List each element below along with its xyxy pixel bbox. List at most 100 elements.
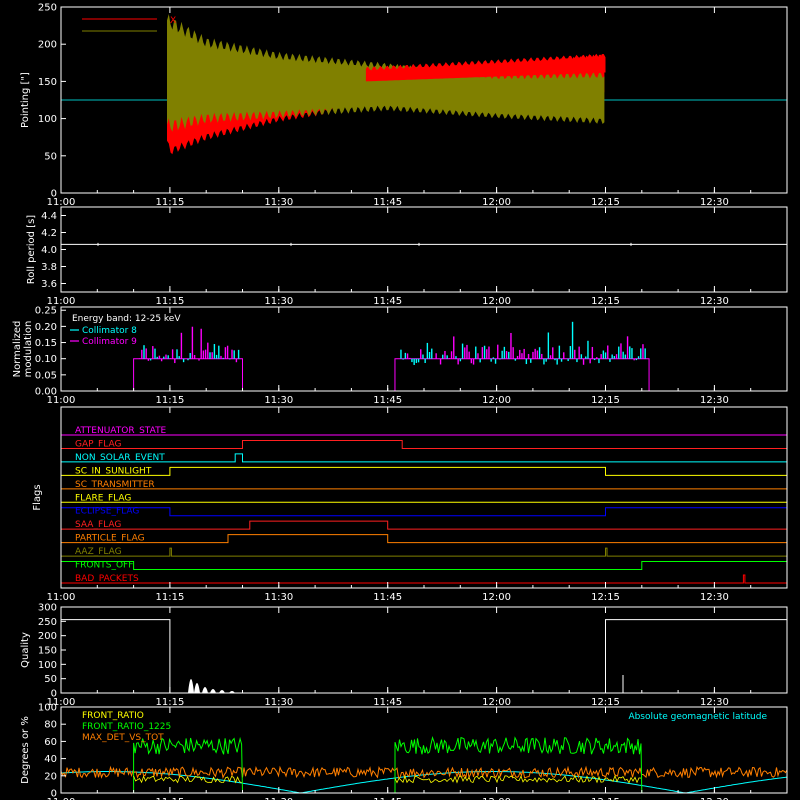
y-tick-label: 4.4	[41, 211, 57, 222]
x-tick-label: 11:45	[373, 395, 402, 406]
x-tick-label: 12:30	[700, 697, 729, 708]
flag-line-particle-flag	[61, 534, 787, 544]
flag-label-eclipse-flag: ECLIPSE_FLAG	[75, 507, 139, 517]
x-tick-label: 11:45	[373, 592, 402, 603]
y-axis-label: Quality	[20, 632, 31, 668]
y-tick-label: 4.2	[41, 228, 57, 239]
x-tick-label: 12:15	[591, 395, 620, 406]
y-tick-label: 80	[44, 720, 57, 731]
flag-label-saa-flag: SAA_FLAG	[75, 520, 121, 530]
x-tick-label: 11:30	[264, 592, 293, 603]
y-tick-label: 250	[38, 3, 57, 14]
legend-label-front-ratio-1225: FRONT_RATIO_1225	[82, 722, 171, 732]
y-tick-label: 150	[38, 77, 57, 88]
legend-label-collimator-9: Collimator 9	[82, 337, 137, 347]
x-tick-label: 12:30	[700, 395, 729, 406]
x-tick-label: 12:15	[591, 592, 620, 603]
y-tick-label: 60	[44, 737, 57, 748]
front-ratio-line	[133, 775, 242, 784]
flag-label-aaz-flag: AAZ_FLAG	[75, 547, 122, 557]
flag-label-particle-flag: PARTICLE_FLAG	[75, 534, 145, 544]
quality-bump	[210, 689, 216, 693]
stix-quicklook-plot: XY 11:00 11:15 11:30 11:45 12:00 12:15 12:30 0 50…	[12, 3, 788, 800]
x-tick-label: 11:45	[373, 697, 402, 708]
y-tick-label: 0	[51, 689, 57, 700]
panel-frame-roll	[60, 206, 788, 293]
x-tick-label: 12:30	[700, 296, 729, 307]
y-tick-label: 200	[38, 40, 57, 51]
y-tick-label: 3.6	[41, 279, 57, 290]
flag-line-aaz-flag	[61, 547, 787, 557]
y-axis-label: Degrees or %	[20, 716, 31, 784]
quality-plot	[61, 619, 787, 694]
y-tick-label: 0.00	[35, 387, 57, 398]
x-tick-label: 11:15	[155, 395, 184, 406]
flag-label-non-solar-event: NON_SOLAR_EVENT	[75, 453, 165, 463]
x-tick-label: 11:45	[373, 296, 402, 307]
y-tick-label: 0	[51, 189, 57, 200]
flag-label-gap-flag: GAP_FLAG	[75, 439, 121, 449]
x-tick-label: 12:15	[591, 197, 620, 208]
x-tick-label: 11:00	[47, 592, 76, 603]
y-axis-label: modulation	[23, 321, 34, 378]
quality-bump	[194, 683, 200, 693]
flags-plot: ATTENUATOR_STATE GAP_FLAG NON_SOLAR_EVENT S…	[61, 426, 787, 584]
flag-label-sc-transmitter: SC_TRANSMITTER	[75, 480, 155, 490]
x-tick-label: 11:15	[155, 296, 184, 307]
y-axis-label: Flags	[32, 484, 43, 510]
x-tick-label: 12:30	[700, 592, 729, 603]
x-tick-label: 11:30	[264, 296, 293, 307]
max-det-vs-tot-line	[60, 765, 788, 780]
quality-line	[61, 619, 787, 694]
modulation-plot: Energy band: 12-25 keV Collimator 8Collim…	[61, 314, 787, 392]
flag-label-flare-flag: FLARE_FLAG	[75, 493, 131, 503]
y-axis-label: Roll period [s]	[26, 215, 37, 284]
flag-line-non-solar-event	[61, 453, 787, 463]
flag-label-fronts-off: FRONTS_OFF	[75, 561, 133, 571]
x-tick-label: 12:15	[591, 697, 620, 708]
front-ratio-1225-line	[133, 736, 243, 794]
y-tick-label: 50	[44, 674, 57, 685]
x-tick-label: 12:00	[482, 395, 511, 406]
legend-label-front-ratio: FRONT_RATIO	[82, 711, 144, 721]
panel-frame-flags	[60, 406, 788, 589]
flag-line-eclipse-flag	[61, 507, 787, 517]
x-tick-label: 11:30	[264, 197, 293, 208]
quality-bump	[202, 687, 208, 693]
y-tick-label: 0.05	[35, 370, 57, 381]
x-tick-label: 11:30	[264, 395, 293, 406]
y-tick-label: 0.25	[35, 306, 57, 317]
flag-line-bad-packets	[61, 574, 787, 584]
y-tick-label: 4.0	[41, 245, 57, 256]
legend-label-x: X	[170, 16, 176, 26]
x-tick-label: 11:45	[373, 197, 402, 208]
y-tick-label: 50	[44, 151, 57, 162]
legend-label-max-det-vs-tot: MAX_DET_VS_TOT	[82, 733, 164, 743]
flag-label-bad-packets: BAD_PACKETS	[75, 574, 139, 584]
y-tick-label: 0	[51, 789, 57, 800]
flag-line-fronts-off	[61, 561, 787, 571]
y-tick-label: 100	[38, 703, 57, 714]
flag-line-saa-flag	[61, 520, 787, 530]
flag-label-sc-in-sunlight: SC_IN_SUNLIGHT	[75, 466, 152, 476]
y-tick-label: 0.10	[35, 354, 57, 365]
legend-label-collimator-8: Collimator 8	[82, 326, 137, 336]
flag-line-sc-in-sunlight	[61, 466, 787, 476]
roll-plot	[61, 242, 787, 246]
x-tick-label: 12:00	[482, 592, 511, 603]
y-tick-label: 40	[44, 754, 57, 765]
front-ratio-1225-line	[394, 735, 643, 794]
x-tick-label: 11:15	[155, 197, 184, 208]
y-tick-label: 150	[38, 646, 57, 657]
modulation-step	[61, 358, 243, 392]
y-tick-label: 100	[38, 114, 57, 125]
y-tick-label: 200	[38, 631, 57, 642]
x-tick-label: 12:30	[700, 197, 729, 208]
x-tick-label: 11:15	[155, 697, 184, 708]
modulation-step	[61, 358, 650, 392]
y-tick-label: 100	[38, 660, 57, 671]
x-tick-label: 11:30	[264, 697, 293, 708]
bottom-plot: FRONT_RATIOFRONT_RATIO_1225MAX_DET_VS_TO…	[60, 711, 788, 794]
x-tick-label: 12:00	[482, 697, 511, 708]
y-axis-label: Pointing ["]	[20, 72, 31, 128]
